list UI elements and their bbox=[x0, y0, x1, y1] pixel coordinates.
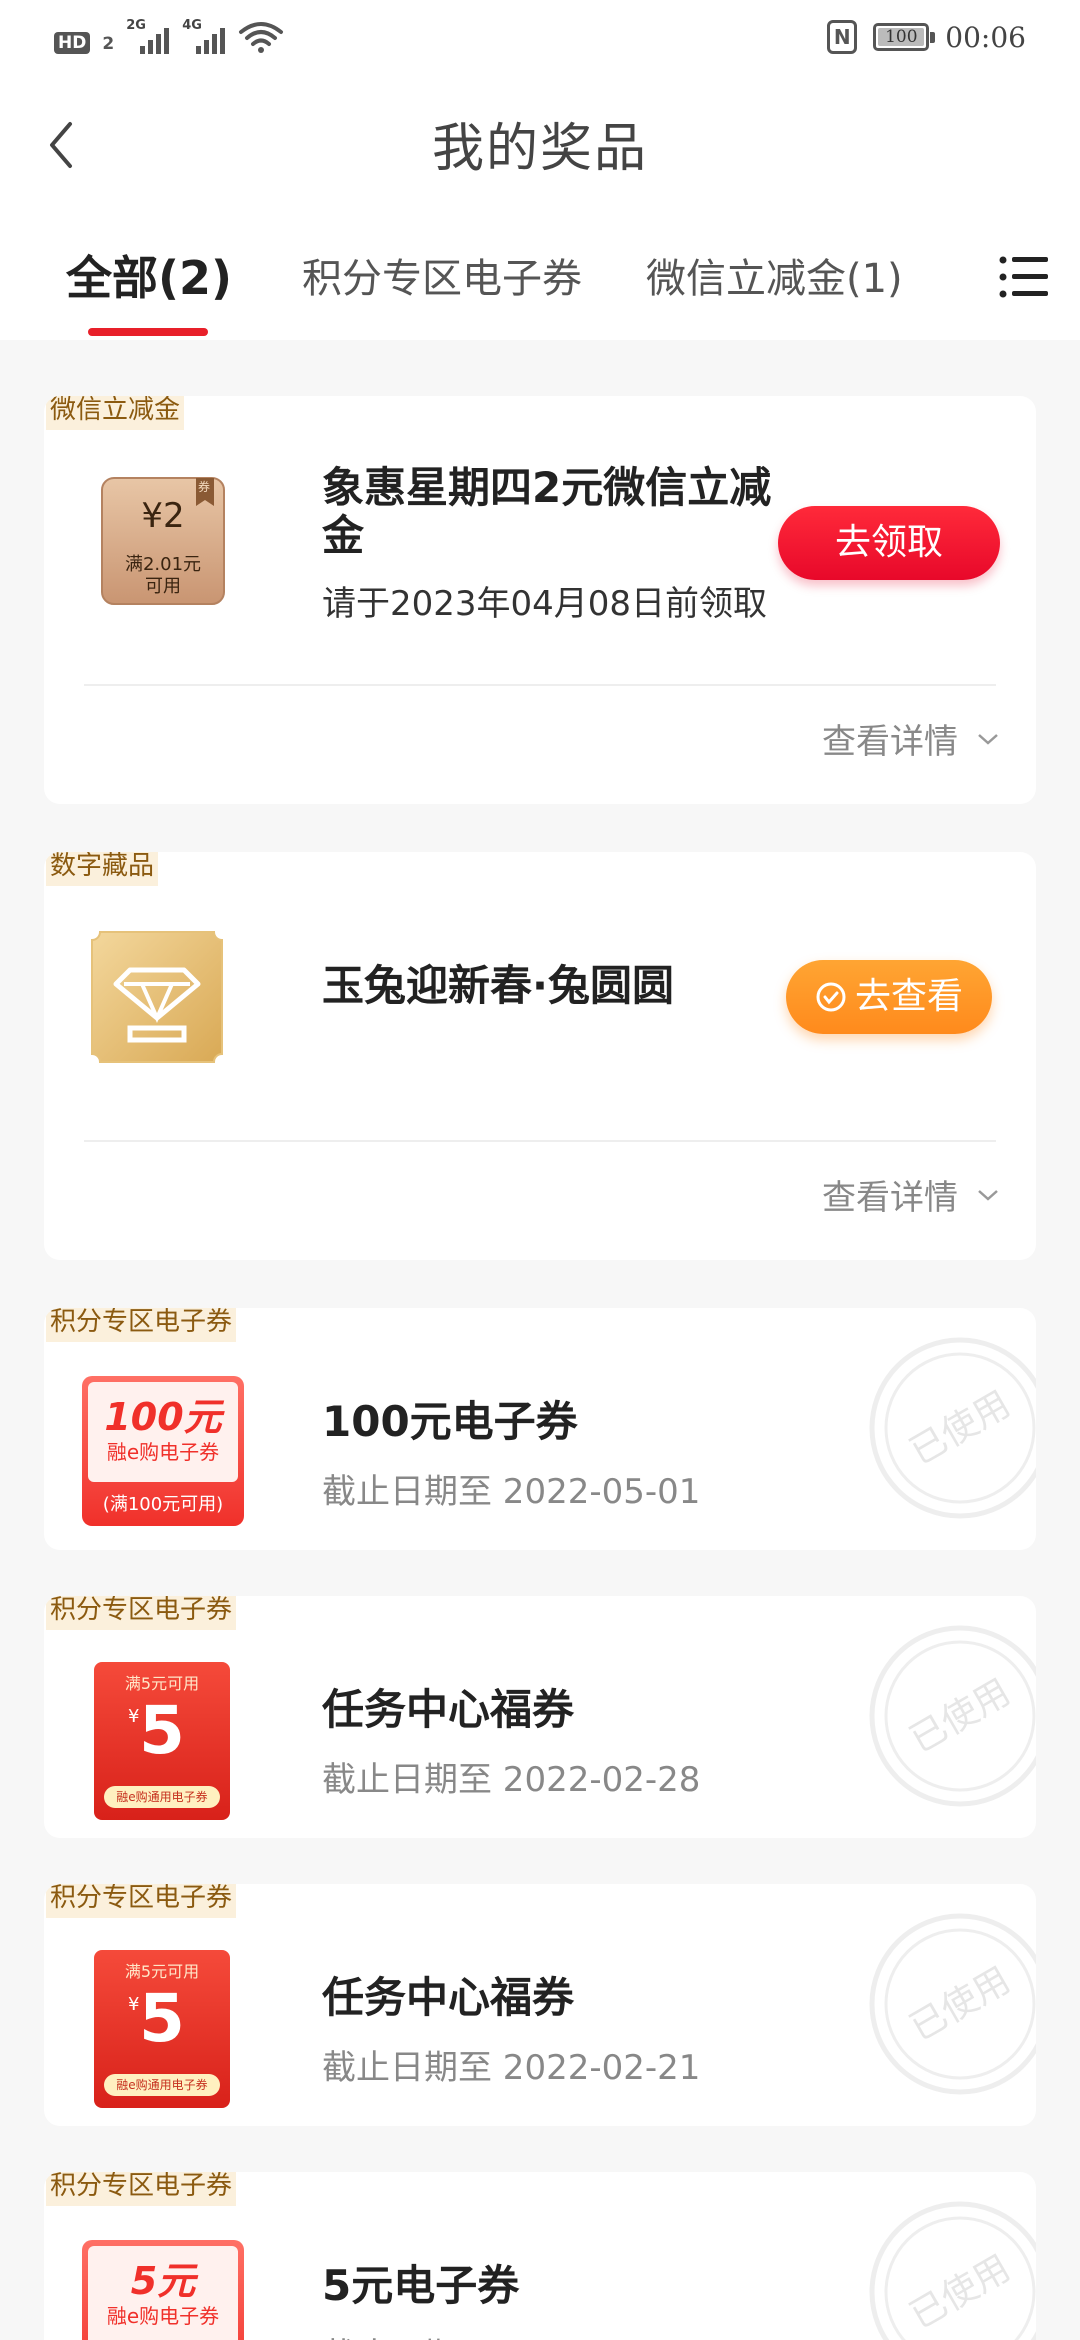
card-divider bbox=[84, 1140, 996, 1142]
signal-icon-sim1: 2G bbox=[126, 18, 170, 54]
category-tag: 积分专区电子券 bbox=[46, 2172, 237, 2206]
battery-level: 100 bbox=[885, 27, 918, 47]
prize-title: 5元电子券 bbox=[322, 2261, 520, 2310]
coupon-condition-2: 可用 bbox=[145, 576, 181, 597]
hd-sim-number: 2 bbox=[102, 34, 115, 54]
tab-bar: 全部(2) 积分专区电子券 微信立减金(1) bbox=[0, 216, 1080, 340]
coupon-thumbnail: 5元 融e购电子券 bbox=[82, 2240, 244, 2340]
signal-icon-sim2: 4G bbox=[182, 18, 226, 54]
coupon-amount: 5 bbox=[139, 1692, 185, 1769]
prize-card: 积分专区电子券 满5元可用 ¥ 5 融e购通用电子券 任务中心福券 截止日期至 … bbox=[44, 1596, 1036, 1838]
prize-expiry: 截止日期至 2022-02-21 bbox=[322, 2048, 701, 2088]
prize-card: 微信立减金 券 ¥2 满2.01元 可用 象惠星期四2元微信立减 金 请于202… bbox=[44, 396, 1036, 804]
used-stamp-text: 已使用 bbox=[903, 2248, 1017, 2338]
status-bar: HD 2 2G 4G N 100 00:06 bbox=[0, 0, 1080, 76]
used-stamp-icon: 已使用 bbox=[869, 1337, 1036, 1519]
tab-wechat-discount[interactable]: 微信立减金(1) bbox=[646, 246, 903, 304]
coupon-condition: (满100元可用) bbox=[102, 1494, 224, 1515]
battery-icon: 100 bbox=[873, 23, 936, 51]
coupon-condition: 满5元可用 bbox=[124, 1674, 200, 1693]
used-stamp-icon: 已使用 bbox=[869, 2201, 1036, 2340]
category-tag: 微信立减金 bbox=[46, 396, 185, 430]
page-title: 我的奖品 bbox=[431, 119, 648, 179]
coupon-amount: 5元 bbox=[130, 2259, 196, 2303]
category-tag: 积分专区电子券 bbox=[46, 1596, 237, 1630]
view-details-link[interactable]: 查看详情 bbox=[822, 714, 1000, 763]
coupon-thumbnail: 满5元可用 ¥ 5 融e购通用电子券 bbox=[94, 1662, 230, 1820]
collectible-diamond-icon bbox=[91, 931, 223, 1063]
prize-expiry: 截止日期至 2022-02-28 bbox=[322, 1760, 701, 1800]
category-tag: 积分专区电子券 bbox=[46, 1308, 237, 1342]
prize-card: 积分专区电子券 5元 融e购电子券 5元电子券 截止日期至 2021-12-31… bbox=[44, 2172, 1036, 2340]
prize-expiry: 截止日期至 2021-12-31 bbox=[322, 2328, 700, 2340]
coupon-corner-badge: 券 bbox=[198, 480, 211, 494]
coupon-thumbnail: 满5元可用 ¥ 5 融e购通用电子券 bbox=[94, 1950, 230, 2108]
prize-title: 100元电子券 bbox=[322, 1397, 578, 1446]
coupon-brand: 融e购电子券 bbox=[106, 2304, 220, 2328]
coupon-brand: 融e购电子券 bbox=[106, 1440, 220, 1464]
used-stamp-icon: 已使用 bbox=[869, 1913, 1036, 2095]
prize-title: 玉兔迎新春·兔圆圆 bbox=[322, 961, 674, 1010]
coupon-condition: 满5元可用 bbox=[124, 1962, 200, 1981]
category-tag: 积分专区电子券 bbox=[46, 1884, 237, 1918]
chevron-down-icon bbox=[978, 1189, 998, 1201]
used-stamp-text: 已使用 bbox=[903, 1960, 1017, 2050]
view-details-link[interactable]: 查看详情 bbox=[822, 1170, 1000, 1219]
used-stamp-text: 已使用 bbox=[903, 1672, 1017, 1762]
tab-all[interactable]: 全部(2) bbox=[66, 242, 232, 308]
nfc-icon: N bbox=[827, 20, 858, 54]
prize-card: 积分专区电子券 满5元可用 ¥ 5 融e购通用电子券 任务中心福券 截止日期至 … bbox=[44, 1884, 1036, 2126]
chevron-down-icon bbox=[978, 733, 998, 745]
active-tab-indicator bbox=[88, 328, 208, 336]
prize-card: 积分专区电子券 100元 融e购电子券 (满100元可用) 100元电子券 截止… bbox=[44, 1308, 1036, 1550]
coupon-amount: 5 bbox=[139, 1980, 185, 2057]
prize-title: 象惠星期四2元微信立减 金 bbox=[322, 463, 772, 560]
prize-title: 任务中心福券 bbox=[322, 1973, 575, 2022]
tab-points-coupons[interactable]: 积分专区电子券 bbox=[302, 246, 582, 304]
view-collectible-button[interactable]: 去查看 bbox=[786, 960, 992, 1034]
prize-title: 任务中心福券 bbox=[322, 1685, 575, 1734]
list-menu-icon[interactable] bbox=[998, 252, 1050, 302]
app-header: 我的奖品 bbox=[0, 76, 1080, 216]
coupon-amount: ¥2 bbox=[141, 496, 185, 536]
category-tag: 数字藏品 bbox=[46, 852, 159, 886]
prize-card: 数字藏品 玉兔迎新春·兔圆圆 去查看 查看详情 bbox=[44, 852, 1036, 1260]
coupon-thumbnail: 券 ¥2 满2.01元 可用 bbox=[100, 476, 226, 606]
coupon-type-label: 融e购通用电子券 bbox=[104, 2074, 220, 2096]
prize-expiry: 截止日期至 2022-05-01 bbox=[322, 1472, 701, 1512]
card-divider bbox=[84, 684, 996, 686]
prize-deadline: 请于2023年04月08日前领取 bbox=[322, 584, 768, 624]
coupon-amount: 100元 bbox=[104, 1395, 222, 1439]
coupon-thumbnail: 100元 融e购电子券 (满100元可用) bbox=[82, 1376, 244, 1526]
coupon-type-label: 融e购通用电子券 bbox=[104, 1786, 220, 1808]
check-circle-icon bbox=[816, 982, 846, 1012]
claim-button[interactable]: 去领取 bbox=[778, 506, 1000, 580]
used-stamp-text: 已使用 bbox=[903, 1384, 1017, 1474]
used-stamp-icon: 已使用 bbox=[869, 1625, 1036, 1807]
wifi-icon bbox=[239, 22, 284, 53]
hd-indicator: HD bbox=[54, 32, 91, 54]
clock: 00:06 bbox=[945, 20, 1026, 54]
